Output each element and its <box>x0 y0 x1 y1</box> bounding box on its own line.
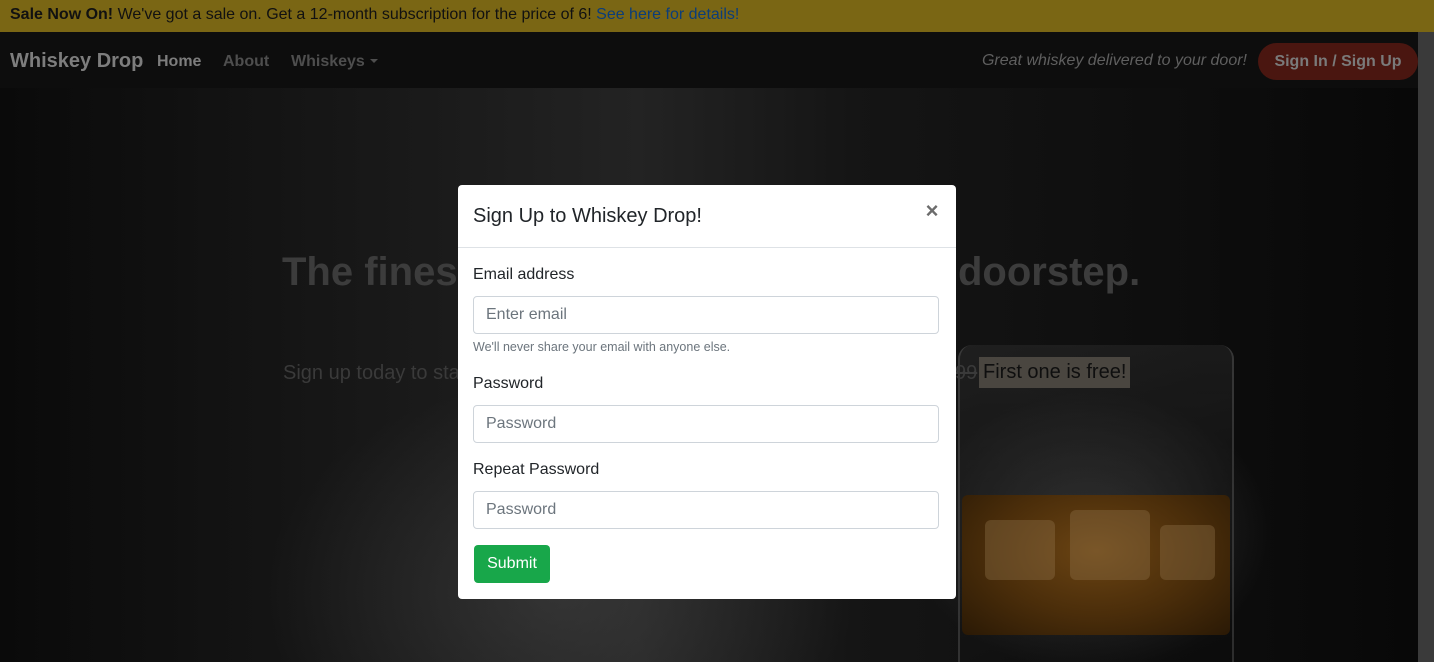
email-label: Email address <box>473 266 575 283</box>
close-icon[interactable]: × <box>924 199 940 223</box>
repeat-password-label: Repeat Password <box>473 461 600 478</box>
modal-title: Sign Up to Whiskey Drop! <box>473 205 702 227</box>
sale-banner-text: We've got a sale on. Get a 12-month subs… <box>113 6 597 23</box>
repeat-password-field[interactable] <box>473 491 939 529</box>
page: Sale Now On! We've got a sale on. Get a … <box>0 0 1434 662</box>
modal-header: Sign Up to Whiskey Drop! × <box>458 185 956 248</box>
sale-details-link[interactable]: See here for details! <box>596 6 739 23</box>
email-help-text: We'll never share your email with anyone… <box>473 340 731 354</box>
submit-button[interactable]: Submit <box>474 545 550 583</box>
signup-modal: Sign Up to Whiskey Drop! × Email address… <box>458 185 956 599</box>
email-field[interactable] <box>473 296 939 334</box>
password-field[interactable] <box>473 405 939 443</box>
sale-banner: Sale Now On! We've got a sale on. Get a … <box>0 0 1434 32</box>
password-label: Password <box>473 375 544 392</box>
sale-banner-bold: Sale Now On! <box>10 6 114 23</box>
modal-backdrop[interactable]: Sign Up to Whiskey Drop! × Email address… <box>0 0 1434 662</box>
